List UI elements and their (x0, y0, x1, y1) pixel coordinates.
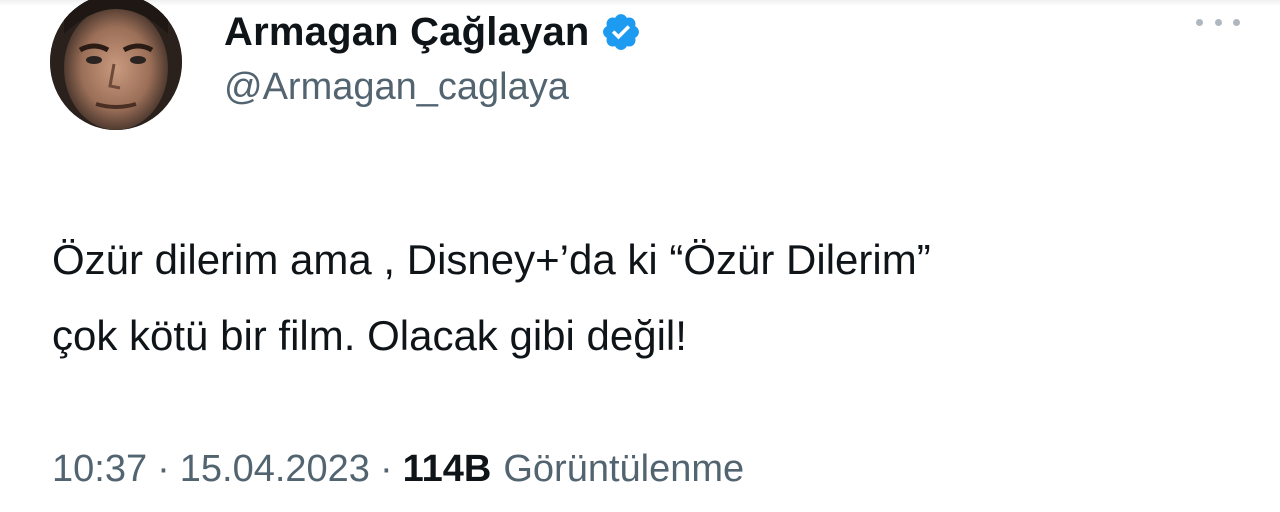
avatar[interactable] (50, 0, 182, 130)
meta-separator: · (157, 448, 170, 490)
more-horizontal-icon[interactable] (1196, 10, 1240, 34)
tweet-text-line: Özür dilerim ama , Disney+’da ki “Özür D… (52, 236, 931, 283)
more-dot (1196, 18, 1203, 26)
author-name-row: Armagan Çağlayan (224, 2, 642, 62)
verified-badge-icon[interactable] (600, 11, 642, 53)
tweet-date[interactable]: 15.04.2023 (180, 448, 370, 491)
author-display-name[interactable]: Armagan Çağlayan (224, 10, 590, 55)
tweet-meta: 10:37 · 15.04.2023 · 114B Görüntülenme (52, 448, 744, 491)
views-count[interactable]: 114B (403, 448, 492, 491)
author-handle[interactable]: @Armagan_caglaya (224, 66, 569, 109)
views-label[interactable]: Görüntülenme (503, 448, 744, 491)
tweet-text-line: çok kötü bir film. Olacak gibi değil! (52, 312, 687, 359)
tweet-text: Özür dilerim ama , Disney+’da ki “Özür D… (52, 222, 1242, 374)
tweet-time[interactable]: 10:37 (52, 448, 147, 491)
more-dot (1233, 18, 1240, 26)
more-dot (1214, 18, 1222, 26)
meta-separator: · (379, 448, 393, 490)
tweet-card: Armagan Çağlayan @Armagan_caglaya Özür d… (0, 0, 1280, 512)
avatar-photo (50, 0, 182, 130)
